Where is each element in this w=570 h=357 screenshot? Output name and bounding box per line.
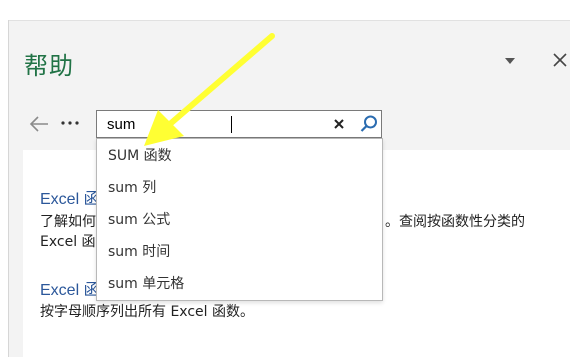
close-icon — [334, 119, 344, 129]
suggestion-item[interactable]: sum 单元格 — [97, 268, 382, 300]
result-description: Excel 函 — [40, 234, 96, 250]
help-pane-title: 帮助 — [24, 52, 74, 80]
suggestion-item[interactable]: SUM 函数 — [97, 140, 382, 172]
suggestion-item[interactable]: sum 列 — [97, 172, 382, 204]
clear-search-button[interactable] — [331, 116, 347, 132]
suggestion-item[interactable]: sum 公式 — [97, 204, 382, 236]
more-options-button[interactable] — [59, 112, 81, 132]
result-title-link[interactable]: Excel 函 — [40, 276, 100, 300]
suggestion-item[interactable]: sum 时间 — [97, 236, 382, 268]
search-suggestions-dropdown: SUM 函数 sum 列 sum 公式 sum 时间 sum 单元格 — [96, 138, 383, 301]
help-search-box — [96, 110, 382, 138]
result-description-tail: 。查阅按函数性分类的 — [385, 214, 525, 230]
window-top-strip — [0, 0, 570, 21]
worksheet-edge — [0, 20, 9, 357]
search-icon — [360, 115, 377, 132]
text-caret — [231, 116, 232, 133]
result-description: 按字母顺序列出所有 Excel 函数。 — [40, 304, 254, 320]
back-arrow-icon — [29, 116, 48, 132]
chevron-down-icon — [505, 58, 515, 64]
result-description: 了解如何 — [40, 214, 96, 230]
search-input[interactable] — [97, 111, 327, 137]
task-pane-options-button[interactable] — [503, 56, 517, 66]
back-button[interactable] — [28, 114, 50, 134]
close-icon — [553, 53, 567, 67]
result-title-link[interactable]: Excel 函 — [40, 185, 100, 209]
more-dots-icon — [61, 121, 79, 125]
close-pane-button[interactable] — [552, 52, 568, 68]
search-button[interactable] — [359, 114, 379, 134]
